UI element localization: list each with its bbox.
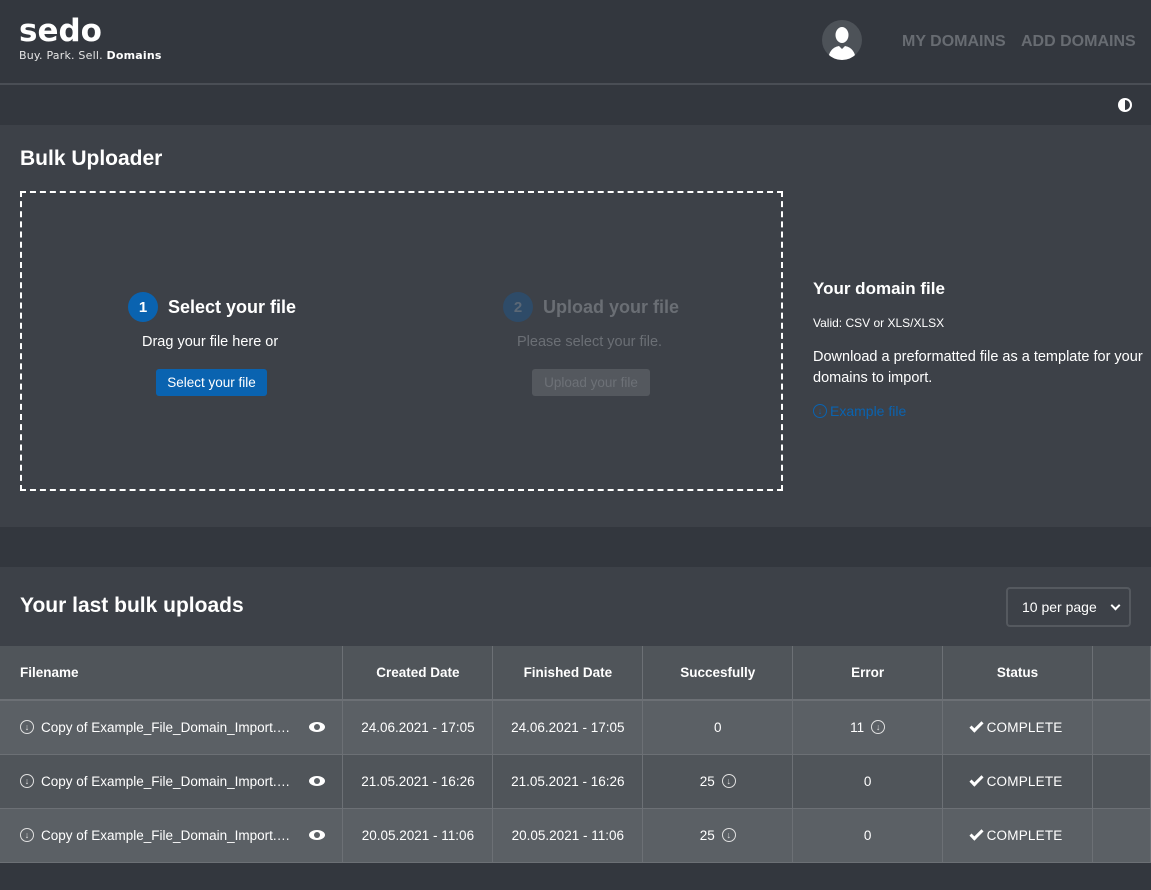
table-row: ↓ Copy of Example_File_Domain_Import.xlsx… <box>0 808 1151 863</box>
download-circle-icon[interactable]: ↓ <box>721 774 736 788</box>
cell-finished-date: 24.06.2021 - 17:05 <box>492 700 644 755</box>
download-circle-icon[interactable]: ↓ <box>721 828 736 842</box>
step-select-file: 1 Select your file <box>128 292 296 322</box>
cell-created-date: 20.05.2021 - 11:06 <box>342 808 494 863</box>
cell-status: COMPLETE <box>942 808 1094 863</box>
download-circle-icon[interactable]: ↓ <box>871 720 886 735</box>
section-title: Your last bulk uploads <box>20 594 244 617</box>
download-circle-icon[interactable]: ↓ <box>20 720 34 735</box>
success-count: 0 <box>713 719 722 735</box>
step-number-badge: 1 <box>128 292 158 322</box>
eye-icon[interactable] <box>309 830 325 840</box>
download-circle-icon[interactable]: ↓ <box>20 774 34 788</box>
error-count: 11 <box>850 719 865 735</box>
check-icon <box>969 825 984 841</box>
cell-status: COMPLETE <box>942 700 1094 755</box>
cell-filename: ↓ Copy of Example_File_Domain_Import.xlsx <box>0 700 344 755</box>
cell-success-count: 25 ↓ <box>642 754 794 809</box>
template-description: Download a preformatted file as a templa… <box>813 349 1143 386</box>
column-header-finished[interactable]: Finished Date <box>492 646 644 701</box>
status-badge: COMPLETE <box>986 773 1063 789</box>
check-icon <box>969 771 984 787</box>
cell-error-count: 11 ↓ <box>792 700 944 755</box>
cell-success-count: 25 ↓ <box>642 808 794 863</box>
filename-text[interactable]: Copy of Example_File_Domain_Import.xlsx <box>41 774 293 789</box>
filename-text[interactable]: Copy of Example_File_Domain_Import.xlsx <box>41 828 293 843</box>
column-header-status[interactable]: Status <box>942 646 1094 701</box>
status-badge: COMPLETE <box>986 719 1063 735</box>
drag-hint: Drag your file here or <box>142 334 279 350</box>
check-icon <box>969 718 984 733</box>
upload-hint: Please select your file. <box>517 334 663 350</box>
select-file-button[interactable]: Select your file <box>156 369 267 396</box>
success-count: 25 <box>699 773 715 789</box>
cell-error-count: 0 <box>792 808 944 863</box>
column-header-actions <box>1092 646 1151 701</box>
cell-error-count: 0 <box>792 754 944 809</box>
uploads-table: Filename Created Date Finished Date Succ… <box>0 646 1151 863</box>
upload-file-button[interactable]: Upload your file <box>532 369 650 396</box>
example-file-label: Example file <box>830 403 907 419</box>
cell-finished-date: 20.05.2021 - 11:06 <box>492 808 644 863</box>
table-row: ↓ Copy of Example_File_Domain_Import.xlsx… <box>0 754 1151 809</box>
domain-file-title: Your domain file <box>813 279 945 298</box>
contrast-icon[interactable] <box>1118 98 1132 112</box>
cell-actions <box>1092 754 1151 809</box>
cell-actions <box>1092 808 1151 863</box>
step-number-badge: 2 <box>503 292 533 322</box>
download-circle-icon[interactable]: ↓ <box>20 828 34 842</box>
status-badge: COMPLETE <box>986 827 1063 843</box>
step-upload-file: 2 Upload your file <box>503 292 679 322</box>
error-count: 0 <box>863 773 872 789</box>
step-label: Select your file <box>168 296 297 317</box>
logo-tagline-plain: Buy. Park. Sell. <box>19 49 107 62</box>
user-icon <box>828 27 856 60</box>
cell-actions <box>1092 700 1151 755</box>
success-count: 25 <box>699 827 715 843</box>
download-circle-icon: ↓ <box>813 404 827 418</box>
column-header-error[interactable]: Error <box>792 646 944 701</box>
nav-add-domains[interactable]: ADD DOMAINS <box>1021 33 1136 51</box>
table-header-row: Filename Created Date Finished Date Succ… <box>0 646 1151 701</box>
sub-toolbar <box>0 87 1151 125</box>
cell-finished-date: 21.05.2021 - 16:26 <box>492 754 644 809</box>
cell-status: COMPLETE <box>942 754 1094 809</box>
chevron-down-icon <box>1110 600 1121 611</box>
error-count: 0 <box>863 827 872 843</box>
logo-tagline-bold: Domains <box>106 49 162 62</box>
sedo-logo[interactable]: sedo Buy. Park. Sell. Domains <box>19 14 162 62</box>
step-label: Upload your file <box>543 296 680 317</box>
page-title: Bulk Uploader <box>20 147 163 170</box>
user-avatar[interactable] <box>822 20 862 60</box>
cell-created-date: 24.06.2021 - 17:05 <box>342 700 494 755</box>
top-header: sedo Buy. Park. Sell. Domains MY DOMAINS… <box>0 0 1151 85</box>
valid-formats: Valid: CSV or XLS/XLSX <box>813 316 945 330</box>
example-file-link[interactable]: ↓ Example file <box>813 403 906 419</box>
column-header-created[interactable]: Created Date <box>342 646 494 701</box>
eye-icon[interactable] <box>309 776 325 786</box>
per-page-select[interactable]: 10 per page <box>1006 587 1131 627</box>
column-header-filename[interactable]: Filename <box>0 646 344 701</box>
logo-tagline: Buy. Park. Sell. Domains <box>19 49 162 62</box>
cell-success-count: 0 <box>642 700 794 755</box>
logo-word: sedo <box>19 13 102 49</box>
cell-created-date: 21.05.2021 - 16:26 <box>342 754 494 809</box>
cell-filename: ↓ Copy of Example_File_Domain_Import.xlsx <box>0 754 344 809</box>
cell-filename: ↓ Copy of Example_File_Domain_Import.xlsx <box>0 808 344 863</box>
nav-my-domains[interactable]: MY DOMAINS <box>902 33 1006 51</box>
filename-text[interactable]: Copy of Example_File_Domain_Import.xlsx <box>41 720 293 735</box>
file-dropzone[interactable] <box>20 191 783 491</box>
eye-icon[interactable] <box>309 722 325 733</box>
table-row: ↓ Copy of Example_File_Domain_Import.xlsx… <box>0 700 1151 755</box>
column-header-success[interactable]: Succesfully <box>642 646 794 701</box>
per-page-value: 10 per page <box>1022 599 1097 615</box>
